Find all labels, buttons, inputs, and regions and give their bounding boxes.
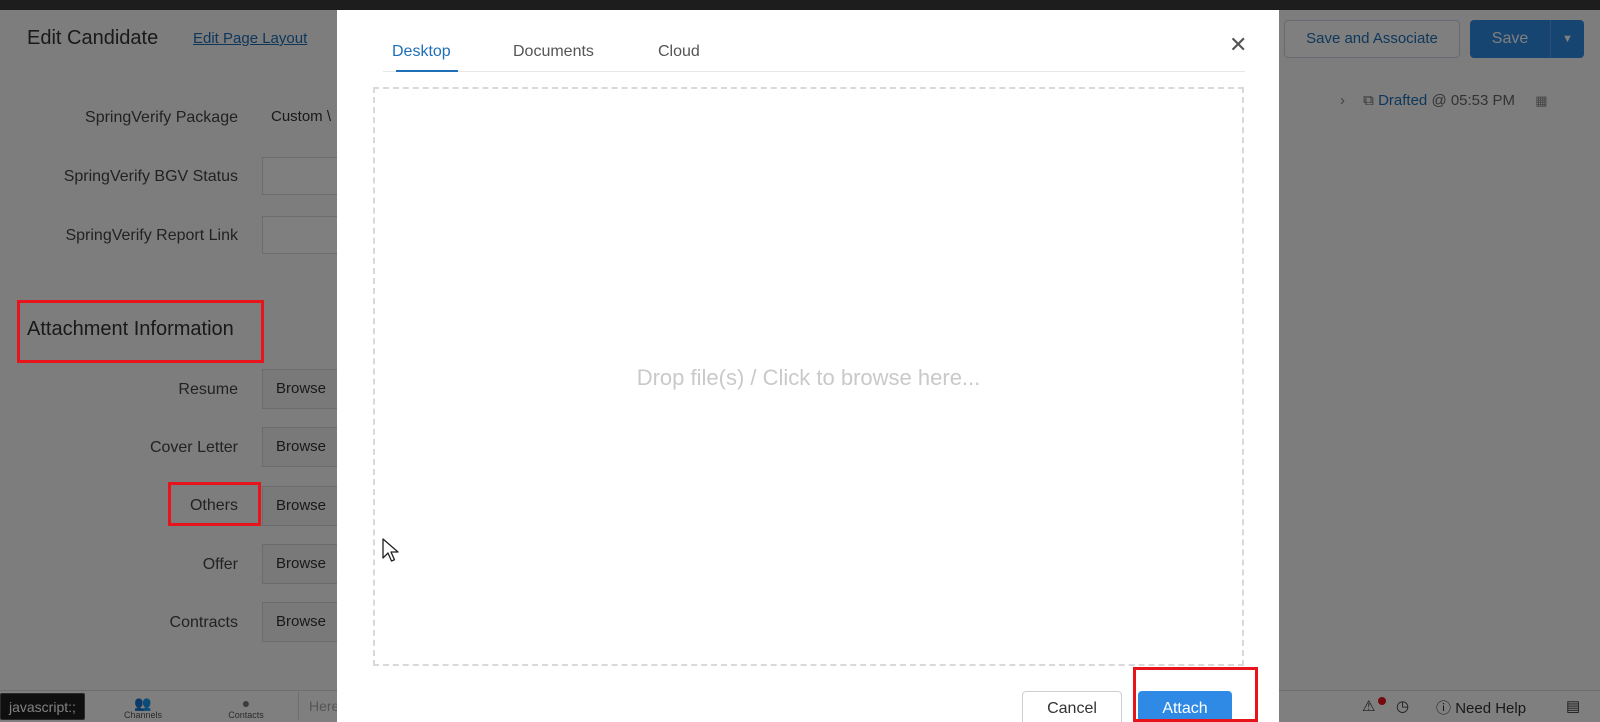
tab-documents[interactable]: Documents — [513, 43, 594, 61]
highlight-attachment-section — [17, 300, 264, 363]
source-tabs: Desktop Documents Cloud — [383, 30, 1245, 72]
tab-desktop[interactable]: Desktop — [392, 43, 451, 61]
cancel-button[interactable]: Cancel — [1022, 691, 1122, 722]
highlight-attach — [1133, 667, 1258, 722]
file-drop-zone[interactable]: Drop file(s) / Click to browse here... — [373, 87, 1244, 666]
highlight-others — [168, 482, 261, 526]
attach-file-modal: Desktop Documents Cloud ✕ Drop file(s) /… — [337, 10, 1279, 722]
mouse-pointer-icon — [382, 538, 399, 562]
drop-zone-text: Drop file(s) / Click to browse here... — [636, 365, 981, 390]
tab-cloud[interactable]: Cloud — [658, 43, 700, 61]
close-icon[interactable]: ✕ — [1229, 34, 1247, 56]
active-tab-indicator — [396, 70, 458, 72]
